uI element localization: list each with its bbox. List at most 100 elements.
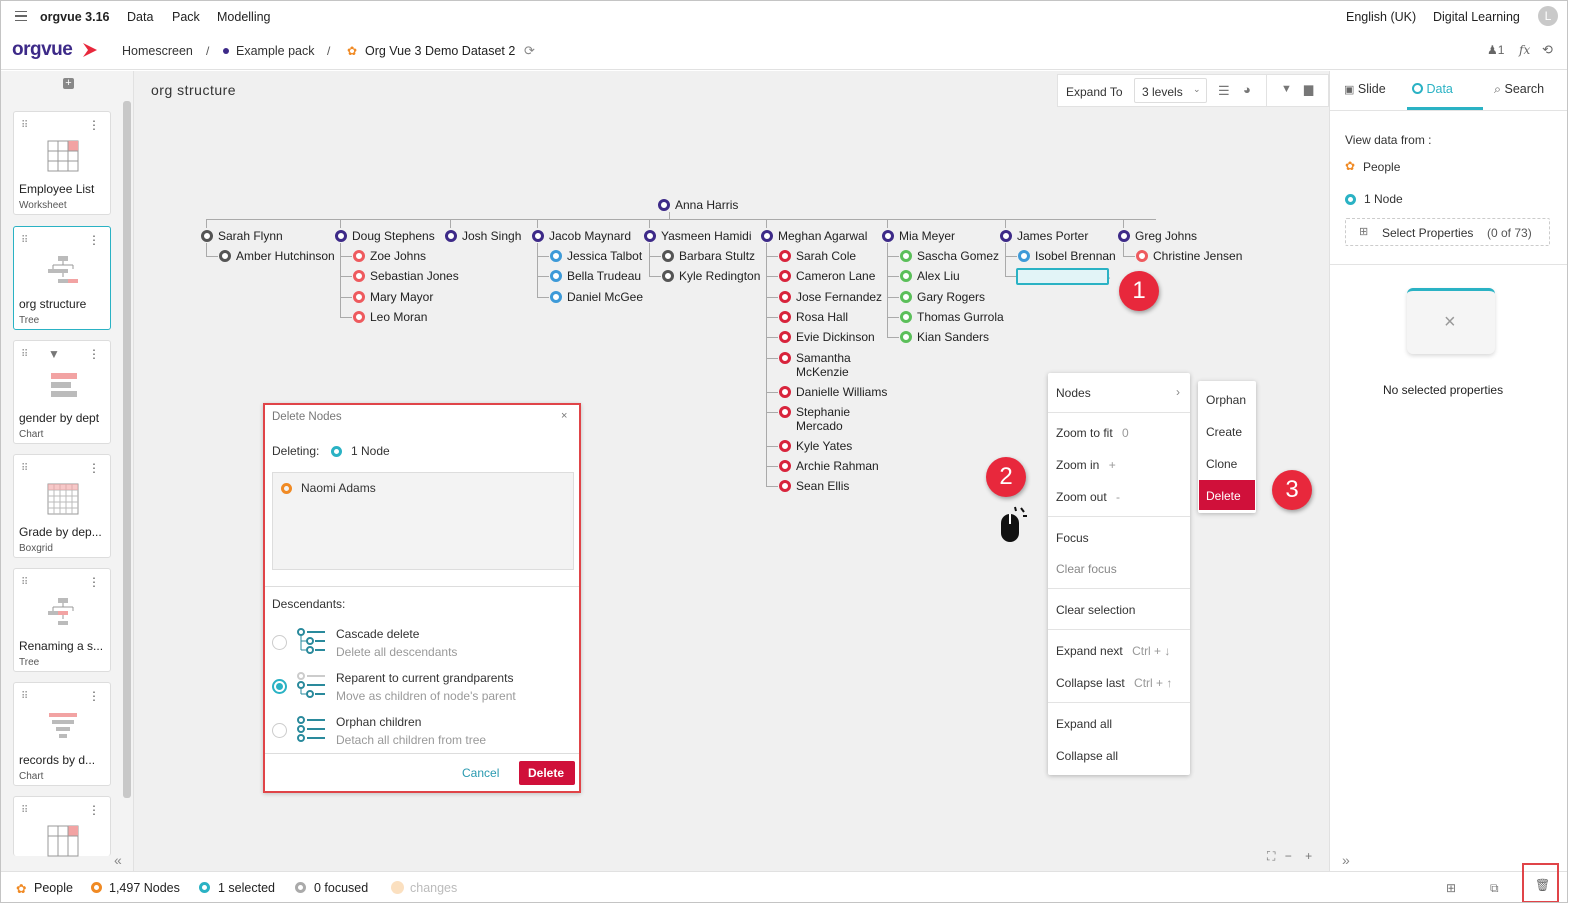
- logo-mark-icon: [83, 43, 97, 57]
- tree-connector-line: [766, 466, 778, 468]
- filter-icon[interactable]: ▼: [1281, 83, 1292, 95]
- menu-item-collapse-all[interactable]: Collapse all: [1056, 749, 1118, 763]
- collapse-sidebar-icon[interactable]: «: [114, 852, 122, 868]
- kebab-icon[interactable]: ⋮: [88, 689, 100, 703]
- avatar[interactable]: L: [1538, 6, 1558, 26]
- menu-item-expand-all[interactable]: Expand all: [1056, 717, 1112, 731]
- menu-item-clear-selection[interactable]: Clear selection: [1056, 603, 1135, 617]
- status-selected[interactable]: 1 selected: [218, 881, 275, 895]
- select-properties-button[interactable]: ⊞ Select Properties (0 of 73): [1345, 218, 1550, 246]
- changes-icon: [391, 881, 404, 894]
- view-card-employee-list[interactable]: ⠿ ⋮ Employee List Worksheet: [13, 111, 111, 215]
- drag-handle-icon[interactable]: ⠿: [21, 349, 28, 360]
- fullscreen-icon[interactable]: ⛶: [1267, 849, 1275, 863]
- kebab-icon[interactable]: ⋮: [88, 233, 100, 247]
- submenu-item-delete[interactable]: Delete: [1199, 480, 1255, 510]
- submenu-item-clone[interactable]: Clone: [1206, 457, 1237, 471]
- delete-button[interactable]: Delete: [519, 761, 575, 785]
- add-view-icon[interactable]: +: [63, 78, 74, 89]
- view-card-renaming[interactable]: ⠿ ⋮ Renaming a s... Tree: [13, 568, 111, 672]
- menu-divider: [1048, 629, 1190, 630]
- tab-data[interactable]: Data: [1412, 82, 1453, 96]
- expand-levels-select[interactable]: 3 levels ⌄: [1134, 78, 1207, 103]
- node-ring-icon: [353, 250, 365, 262]
- kebab-icon[interactable]: ⋮: [88, 118, 100, 132]
- drag-handle-icon[interactable]: ⠿: [21, 805, 28, 816]
- node-label: Sarah Cole: [796, 249, 857, 263]
- menu-item-expand-next[interactable]: Expand next Ctrl + ↓: [1056, 644, 1170, 658]
- data-source[interactable]: People: [1363, 160, 1400, 174]
- submenu-item-orphan[interactable]: Orphan: [1206, 393, 1246, 407]
- language-selector[interactable]: English (UK): [1346, 10, 1416, 24]
- kebab-icon[interactable]: ⋮: [88, 575, 100, 589]
- menu-modelling[interactable]: Modelling: [217, 10, 271, 24]
- sidebar-scrollbar[interactable]: [123, 101, 131, 798]
- drag-handle-icon[interactable]: ⠿: [21, 120, 28, 131]
- menu-item-nodes[interactable]: Nodes: [1056, 386, 1091, 400]
- people-icon: ✿: [1345, 159, 1356, 173]
- comment-icon[interactable]: ▆: [1304, 82, 1313, 96]
- drag-handle-icon[interactable]: ⠿: [21, 463, 28, 474]
- node-label: Daniel McGee: [567, 289, 644, 304]
- drag-handle-icon[interactable]: ⠿: [21, 691, 28, 702]
- breadcrumb-home[interactable]: Homescreen: [122, 44, 193, 58]
- radio-button-selected[interactable]: [272, 679, 287, 694]
- tree-connector-line: [537, 256, 549, 257]
- kebab-icon[interactable]: ⋮: [88, 803, 100, 817]
- drag-handle-icon[interactable]: ⠿: [21, 577, 28, 588]
- digital-learning-link[interactable]: Digital Learning: [1433, 10, 1520, 24]
- menu-data[interactable]: Data: [127, 10, 153, 24]
- add-icon: ⊞: [1359, 226, 1369, 238]
- view-card-partial[interactable]: ⠿ ⋮: [13, 796, 111, 857]
- status-focused[interactable]: 0 focused: [314, 881, 368, 895]
- node-ring-icon: [779, 331, 791, 344]
- submenu-item-create[interactable]: Create: [1206, 425, 1242, 439]
- menu-item-clear-focus[interactable]: Clear focus: [1056, 562, 1117, 576]
- menu-item-zoom-in[interactable]: Zoom in +: [1056, 458, 1116, 472]
- drag-handle-icon[interactable]: ⠿: [21, 235, 28, 246]
- menu-item-zoom-out[interactable]: Zoom out -: [1056, 490, 1120, 504]
- zoom-out-icon[interactable]: −: [1285, 849, 1292, 863]
- tab-search[interactable]: ⌕ Search: [1494, 82, 1544, 97]
- tab-slide[interactable]: ▣ Slide: [1344, 82, 1386, 96]
- menu-pack[interactable]: Pack: [172, 10, 200, 24]
- kebab-icon[interactable]: ⋮: [88, 461, 100, 475]
- tree-connector-line: [1005, 256, 1017, 257]
- palette-icon[interactable]: ◕: [1243, 82, 1251, 97]
- breadcrumb-pack[interactable]: Example pack: [236, 44, 315, 58]
- view-card-org-structure[interactable]: ⠿ ⋮ org structure Tree: [13, 226, 111, 330]
- radio-button[interactable]: [272, 723, 287, 738]
- settings-icon[interactable]: ⟲: [1542, 42, 1553, 58]
- view-card-type: Worksheet: [19, 200, 67, 211]
- list-icon[interactable]: ☰: [1218, 83, 1230, 99]
- option-reparent[interactable]: Reparent to current grandparents Move as…: [265, 667, 579, 707]
- kebab-icon[interactable]: ⋮: [88, 347, 100, 361]
- menu-item-zoom-to-fit[interactable]: Zoom to fit 0: [1056, 426, 1129, 440]
- zoom-in-icon[interactable]: +: [1305, 849, 1312, 863]
- formula-icon[interactable]: fx: [1519, 43, 1530, 57]
- node-ring-icon: [779, 290, 791, 303]
- menu-item-focus[interactable]: Focus: [1056, 531, 1089, 545]
- deleting-label: Deleting:: [272, 444, 320, 458]
- hamburger-icon[interactable]: [15, 11, 27, 21]
- status-changes[interactable]: changes: [410, 881, 457, 895]
- users-icon[interactable]: ♟1: [1487, 43, 1504, 57]
- menu-item-collapse-last[interactable]: Collapse last Ctrl + ↑: [1056, 676, 1172, 690]
- delete-nodes-button[interactable]: 🗑: [1522, 863, 1559, 902]
- status-dataset[interactable]: People: [34, 881, 73, 895]
- radio-button[interactable]: [272, 635, 287, 650]
- view-card-gender-by-dept[interactable]: ⠿ ⋮ ▼ gender by dept Chart: [13, 340, 111, 444]
- cancel-button[interactable]: Cancel: [462, 766, 499, 780]
- close-icon[interactable]: ×: [561, 410, 567, 422]
- copy-icon[interactable]: ⧉: [1490, 881, 1499, 896]
- view-card-grade-by-dep[interactable]: ⠿ ⋮ Grade by dep... Boxgrid: [13, 454, 111, 558]
- breadcrumb-dataset[interactable]: Org Vue 3 Demo Dataset 2: [365, 44, 515, 58]
- view-card-records-by-d[interactable]: ⠿ ⋮ records by d... Chart: [13, 682, 111, 786]
- option-cascade-delete[interactable]: Cascade delete Delete all descendants: [265, 623, 579, 663]
- select-properties-label: Select Properties: [1382, 226, 1474, 240]
- add-node-icon[interactable]: ⊞: [1446, 881, 1456, 895]
- expand-panel-icon[interactable]: »: [1342, 852, 1350, 868]
- refresh-icon[interactable]: ⟳: [524, 43, 535, 59]
- node-list-item: Naomi Adams: [301, 481, 376, 495]
- option-orphan-children[interactable]: Orphan children Detach all children from…: [265, 711, 579, 751]
